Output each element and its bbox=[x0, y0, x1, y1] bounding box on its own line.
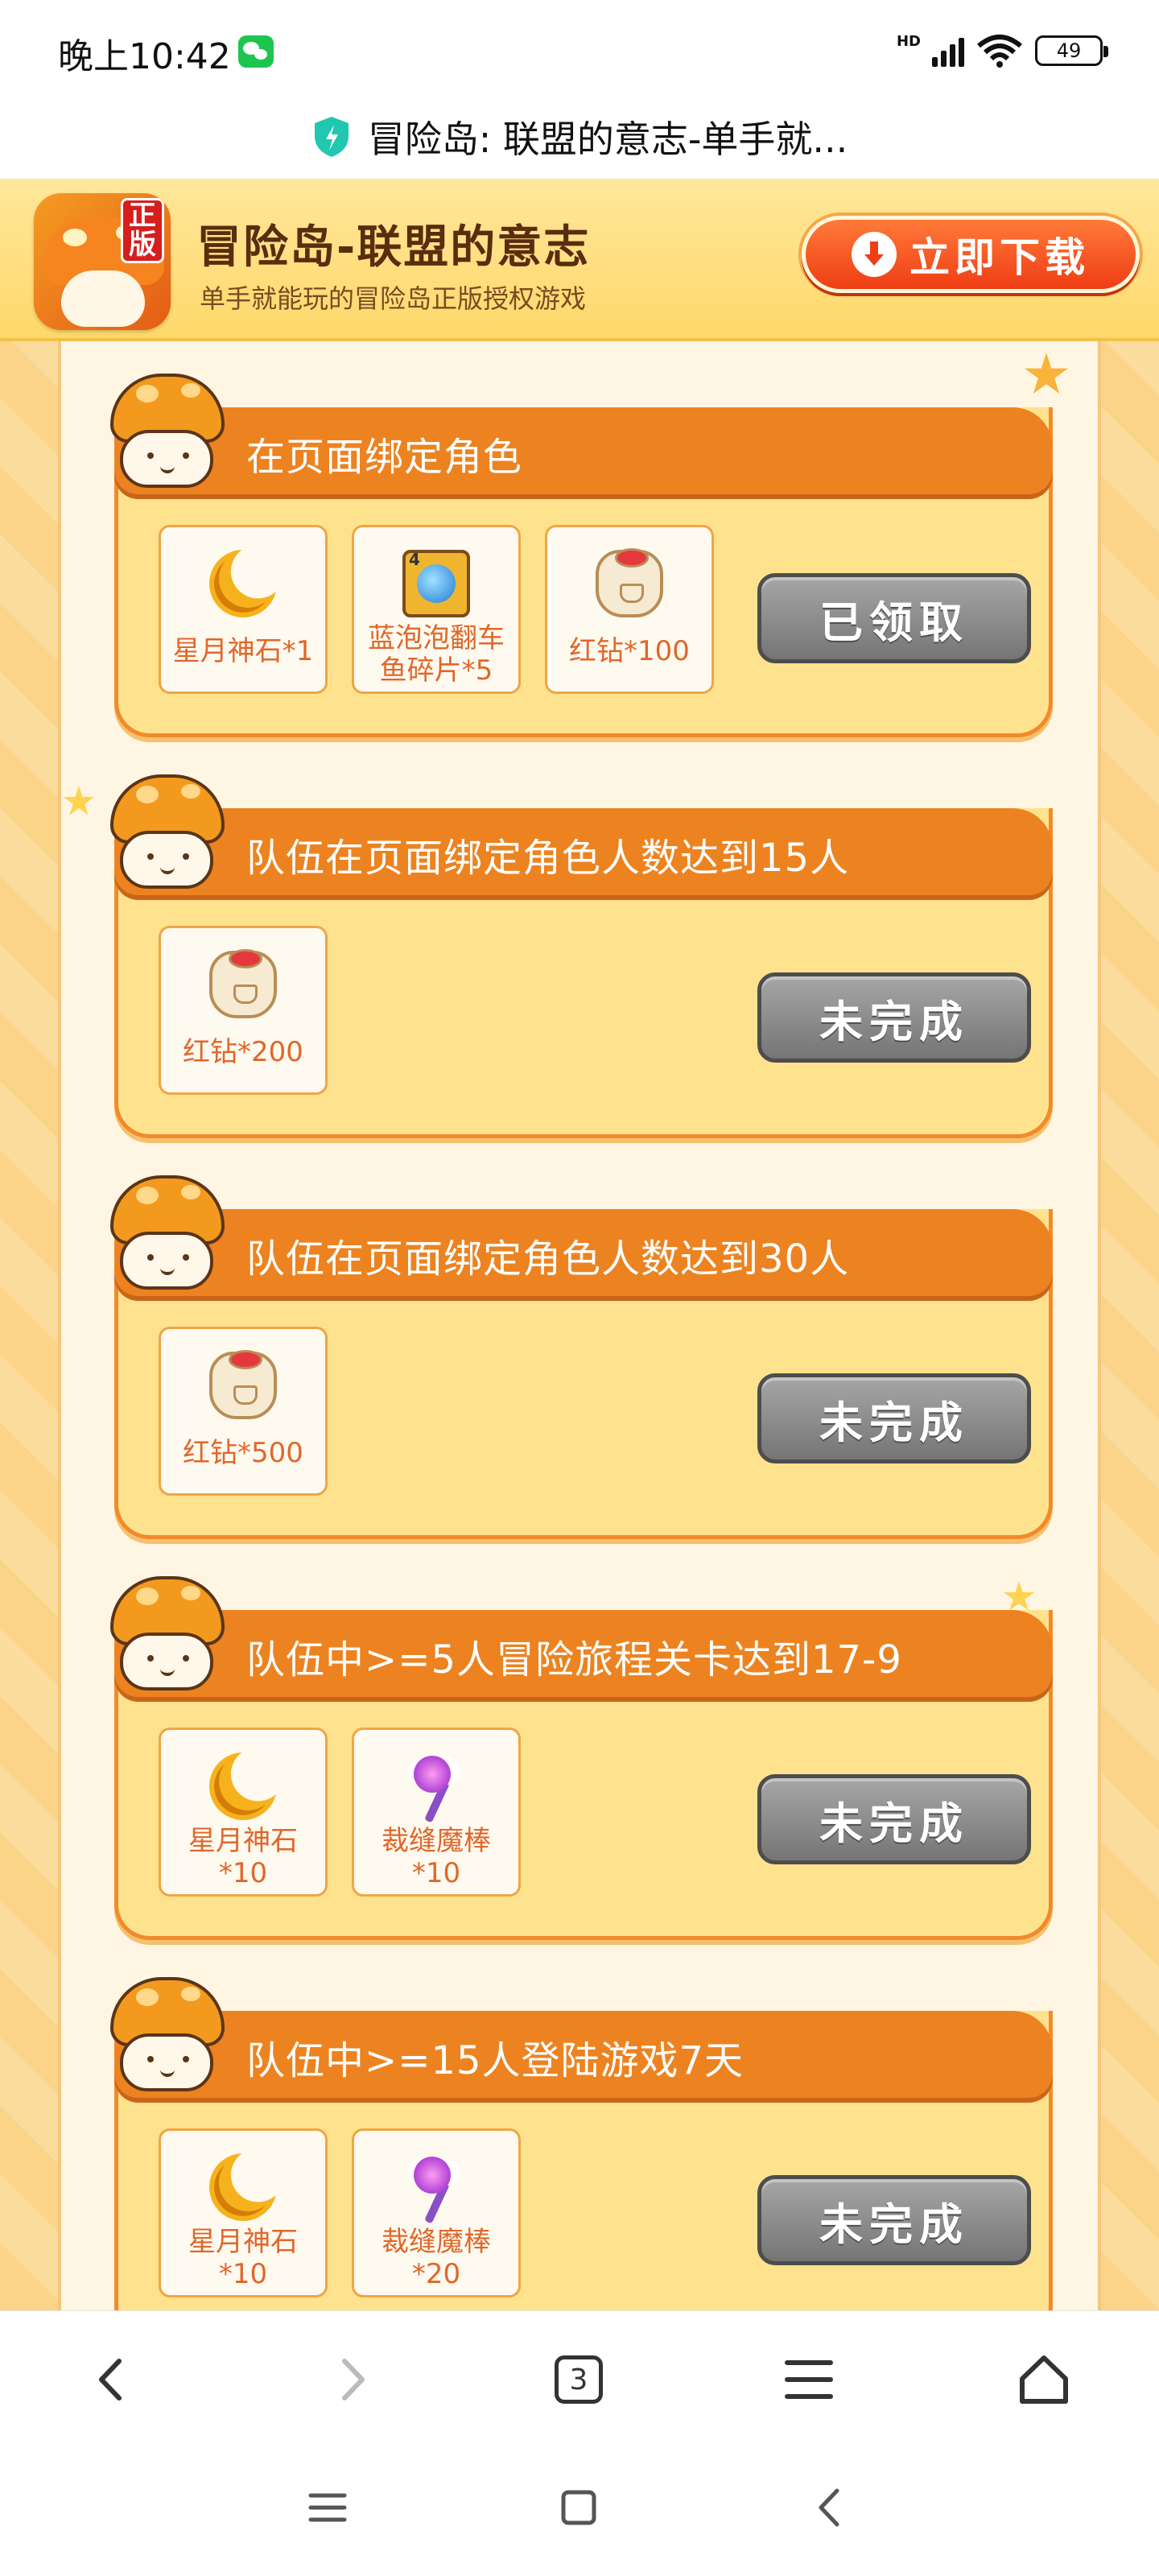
download-banner: 正版 冒险岛-联盟的意志 单手就能玩的冒险岛正版授权游戏 立即下载 bbox=[0, 179, 1159, 341]
incomplete-button[interactable]: 未完成 bbox=[757, 1774, 1031, 1864]
browser-title-bar: 冒险岛: 联盟的意志-单手就... bbox=[0, 97, 1159, 177]
reward-label: 红钻*100 bbox=[569, 635, 690, 667]
reward-label: 裁缝魔棒 *20 bbox=[382, 2226, 491, 2290]
task-card: 队伍在页面绑定角色人数达到15人 红钻*200 未完成 bbox=[110, 774, 1053, 1138]
download-button[interactable]: 立即下载 bbox=[802, 216, 1140, 293]
reward-label: 红钻*200 bbox=[183, 1036, 303, 1068]
incomplete-button[interactable]: 未完成 bbox=[757, 2175, 1031, 2265]
reward-label: 红钻*500 bbox=[183, 1437, 303, 1469]
moon-stone-icon bbox=[209, 550, 277, 617]
tabs-icon[interactable]: 3 bbox=[542, 2343, 615, 2416]
banner-subtitle: 单手就能玩的冒险岛正版授权游戏 bbox=[200, 283, 587, 314]
wechat-icon bbox=[238, 35, 274, 68]
reward-item: 红钻*200 bbox=[159, 926, 328, 1095]
task-header: 队伍中>=15人登陆游戏7天 bbox=[114, 2011, 1053, 2098]
task-card: 队伍中>=15人登陆游戏7天 星月神石 *10 裁缝魔棒 *20 未完成 bbox=[110, 1977, 1053, 2341]
browser-toolbar: 3 bbox=[0, 2310, 1159, 2448]
app-logo-icon: 正版 bbox=[34, 193, 171, 330]
task-card: 在页面绑定角色 星月神石*1 蓝泡泡翻车鱼碎片*5 红钻*100 已领取 bbox=[110, 374, 1053, 737]
reward-item: 裁缝魔棒 *10 bbox=[352, 1728, 521, 1897]
magic-wand-icon bbox=[402, 1752, 470, 1820]
reward-item: 蓝泡泡翻车鱼碎片*5 bbox=[352, 525, 521, 694]
reward-item: 星月神石 *10 bbox=[159, 2128, 328, 2297]
reward-label: 裁缝魔棒 *10 bbox=[382, 1825, 491, 1889]
task-card: 队伍在页面绑定角色人数达到30人 红钻*500 未完成 bbox=[110, 1175, 1053, 1539]
banner-title: 冒险岛-联盟的意志 bbox=[196, 221, 591, 274]
wifi-icon bbox=[975, 33, 1024, 68]
task-card: 队伍中>=5人冒险旅程关卡达到17-9 星月神石 *10 裁缝魔棒 *10 未完成 bbox=[110, 1576, 1053, 1940]
mushroom-mascot-icon bbox=[107, 372, 228, 493]
mushroom-mascot-icon bbox=[107, 773, 228, 894]
reward-item: 裁缝魔棒 *20 bbox=[352, 2128, 521, 2297]
mushroom-mascot-icon bbox=[107, 1575, 228, 1695]
back-icon[interactable] bbox=[76, 2343, 148, 2416]
incomplete-button[interactable]: 未完成 bbox=[757, 972, 1031, 1063]
reward-item: 红钻*500 bbox=[159, 1327, 328, 1496]
reward-item: 星月神石 *10 bbox=[159, 1728, 328, 1897]
mushroom-mascot-icon bbox=[107, 1174, 228, 1294]
page-title: 冒险岛: 联盟的意志-单手就... bbox=[367, 118, 848, 161]
task-title: 队伍中>=15人登陆游戏7天 bbox=[246, 2038, 744, 2083]
magic-wand-icon bbox=[402, 2153, 470, 2221]
incomplete-button[interactable]: 未完成 bbox=[757, 1373, 1031, 1463]
system-navigation-bar bbox=[0, 2447, 1159, 2576]
fish-fragment-icon bbox=[402, 550, 470, 617]
reward-label: 星月神石 *10 bbox=[188, 1825, 298, 1889]
battery-icon: 49 bbox=[1035, 35, 1108, 66]
reward-label: 星月神石 *10 bbox=[188, 2226, 298, 2290]
moon-stone-icon bbox=[209, 2153, 277, 2221]
claimed-button[interactable]: 已领取 bbox=[757, 573, 1031, 663]
hd-label: HD bbox=[896, 32, 921, 50]
shield-icon bbox=[311, 115, 352, 159]
download-label: 立即下载 bbox=[909, 234, 1090, 281]
red-diamond-bag-icon bbox=[209, 949, 277, 1018]
system-back-icon[interactable] bbox=[794, 2471, 866, 2544]
signal-icon bbox=[932, 35, 964, 67]
red-diamond-bag-icon bbox=[209, 1350, 277, 1419]
status-indicators: HD 49 bbox=[896, 31, 1108, 71]
app-badge: 正版 bbox=[121, 198, 164, 264]
download-icon bbox=[852, 232, 897, 277]
task-header: 队伍在页面绑定角色人数达到15人 bbox=[114, 808, 1053, 895]
reward-item: 红钻*100 bbox=[545, 525, 714, 694]
recents-icon[interactable] bbox=[291, 2471, 364, 2544]
tab-count: 3 bbox=[555, 2355, 603, 2404]
home-square-icon[interactable] bbox=[542, 2471, 615, 2544]
forward-icon[interactable] bbox=[316, 2343, 388, 2416]
reward-item: 星月神石*1 bbox=[159, 525, 328, 694]
moon-stone-icon bbox=[209, 1752, 277, 1820]
task-title: 队伍在页面绑定角色人数达到15人 bbox=[246, 836, 850, 881]
status-time: 晚上10:42 bbox=[58, 36, 231, 77]
task-header: 在页面绑定角色 bbox=[114, 407, 1053, 494]
reward-label: 星月神石*1 bbox=[172, 635, 314, 667]
reward-label: 蓝泡泡翻车 鱼碎片*5 bbox=[368, 622, 505, 687]
task-title: 队伍在页面绑定角色人数达到30人 bbox=[246, 1236, 850, 1282]
task-title: 在页面绑定角色 bbox=[246, 435, 523, 480]
status-bar: 晚上10:42 HD 49 bbox=[0, 0, 1159, 97]
battery-level: 49 bbox=[1056, 39, 1082, 62]
task-header: 队伍中>=5人冒险旅程关卡达到17-9 bbox=[114, 1610, 1053, 1697]
task-title: 队伍中>=5人冒险旅程关卡达到17-9 bbox=[246, 1637, 902, 1682]
home-icon[interactable] bbox=[1008, 2343, 1080, 2416]
task-header: 队伍在页面绑定角色人数达到30人 bbox=[114, 1209, 1053, 1296]
mushroom-mascot-icon bbox=[107, 1975, 228, 2096]
red-diamond-bag-icon bbox=[596, 548, 663, 617]
menu-icon[interactable] bbox=[773, 2343, 845, 2416]
